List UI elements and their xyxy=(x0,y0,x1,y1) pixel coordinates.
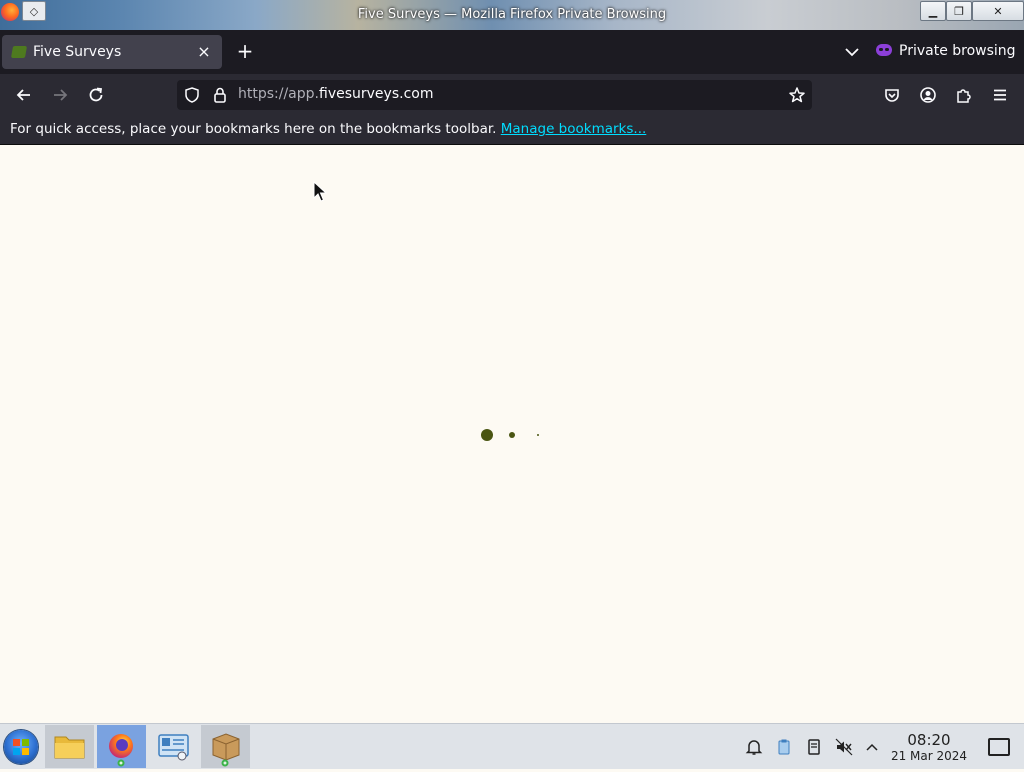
url-text[interactable]: https://app.fivesurveys.com xyxy=(238,86,433,102)
hamburger-menu-icon xyxy=(994,89,1006,101)
extensions-button[interactable] xyxy=(953,84,975,106)
bookmarks-hint-text: For quick access, place your bookmarks h… xyxy=(10,121,497,137)
navigation-toolbar: https://app.fivesurveys.com xyxy=(0,74,1024,116)
url-bar[interactable]: https://app.fivesurveys.com xyxy=(177,80,812,110)
list-all-tabs-button[interactable] xyxy=(842,42,862,62)
loading-dot-small xyxy=(537,434,539,436)
clipboard-button[interactable] xyxy=(774,737,794,757)
system-settings-icon xyxy=(158,734,189,761)
app-menu-button[interactable] xyxy=(989,84,1011,106)
package-installer-icon xyxy=(212,733,240,767)
taskbar-system-settings[interactable] xyxy=(149,725,198,768)
window-titlebar[interactable]: ◇ Five Surveys — Mozilla Firefox Private… xyxy=(0,0,1024,30)
taskbar: 08:20 21 Mar 2024 xyxy=(0,723,1024,769)
forward-button[interactable] xyxy=(48,84,72,106)
tray-expand-icon xyxy=(866,743,878,751)
tracking-protection-shield-icon[interactable] xyxy=(183,86,201,104)
page-content xyxy=(0,145,1024,723)
storage-icon xyxy=(808,739,820,755)
back-button[interactable] xyxy=(12,84,36,106)
notifications-icon xyxy=(745,740,763,755)
clock-time: 08:20 xyxy=(907,731,951,749)
show-desktop-button[interactable] xyxy=(988,738,1010,756)
firefox-icon xyxy=(109,734,133,767)
file-manager-icon xyxy=(54,736,85,759)
tab-close-icon[interactable]: × xyxy=(194,42,214,62)
tab-label: Five Surveys xyxy=(33,44,122,60)
storage-button[interactable] xyxy=(804,737,824,757)
taskbar-firefox[interactable] xyxy=(97,725,146,768)
reload-button[interactable] xyxy=(84,84,108,106)
start-menu-button[interactable] xyxy=(4,730,38,764)
minimize-button[interactable]: ▁ xyxy=(920,1,946,21)
loading-dot-large xyxy=(481,429,493,441)
reload-icon xyxy=(89,87,103,102)
site-favicon-icon xyxy=(10,46,28,58)
tab-five-surveys[interactable]: Five Surveys × xyxy=(2,35,222,69)
window-title: Five Surveys — Mozilla Firefox Private B… xyxy=(357,7,667,22)
bookmarks-toolbar-message: For quick access, place your bookmarks h… xyxy=(10,121,646,137)
clipboard-icon xyxy=(778,739,790,755)
taskbar-clock[interactable]: 08:20 21 Mar 2024 xyxy=(888,731,970,764)
private-browsing-label: Private browsing xyxy=(899,43,1016,59)
taskbar-package-installer[interactable] xyxy=(201,725,250,768)
windows-logo-icon xyxy=(13,739,29,755)
new-tab-button[interactable]: + xyxy=(234,40,256,64)
arrow-right-icon xyxy=(54,89,68,101)
pocket-button[interactable] xyxy=(881,84,903,106)
pocket-icon xyxy=(885,89,899,102)
taskbar-file-manager[interactable] xyxy=(45,725,94,768)
clock-date: 21 Mar 2024 xyxy=(890,749,968,763)
url-prefix: https://app. xyxy=(238,86,319,102)
volume-muted-icon xyxy=(835,738,853,756)
puzzle-piece-icon xyxy=(957,89,971,103)
private-mask-icon xyxy=(876,44,892,56)
lock-icon[interactable] xyxy=(211,86,229,104)
manage-bookmarks-link[interactable]: Manage bookmarks... xyxy=(501,121,647,137)
loading-dot-medium xyxy=(509,432,515,438)
bookmarks-toolbar: For quick access, place your bookmarks h… xyxy=(0,116,1024,145)
url-domain: fivesurveys.com xyxy=(319,86,434,102)
maximize-button[interactable]: ❐ xyxy=(946,1,972,21)
notifications-button[interactable] xyxy=(744,737,764,757)
tab-strip: Five Surveys × + Private browsing xyxy=(0,30,1024,74)
volume-button[interactable] xyxy=(834,737,854,757)
close-window-button[interactable]: ✕ xyxy=(972,1,1024,21)
bookmark-star-icon[interactable] xyxy=(788,86,806,104)
account-icon xyxy=(920,87,936,103)
private-browsing-indicator: Private browsing xyxy=(876,43,1016,59)
arrow-left-icon xyxy=(16,89,30,101)
chevron-down-icon xyxy=(845,48,859,57)
account-button[interactable] xyxy=(917,84,939,106)
tray-expand-button[interactable] xyxy=(862,737,882,757)
mouse-cursor-icon xyxy=(313,181,327,202)
